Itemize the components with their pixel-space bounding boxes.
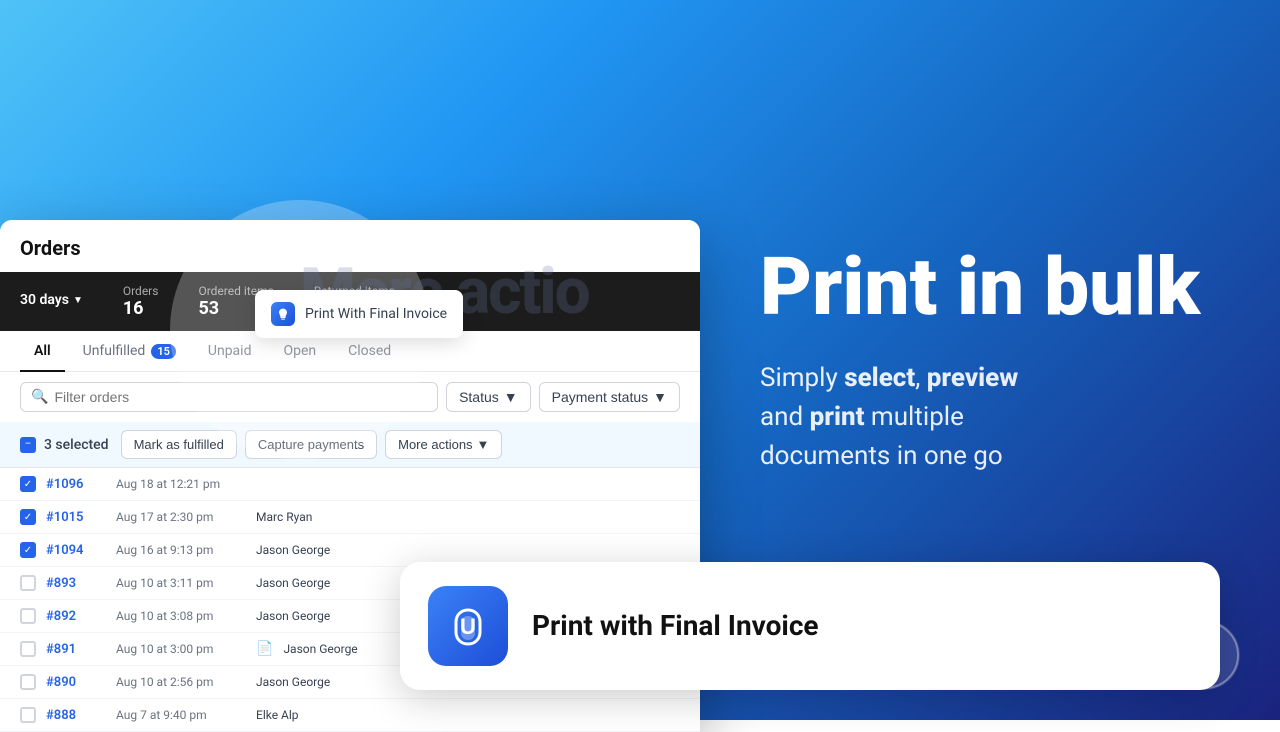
hero-subtitle: Simply select, preview and print multipl…	[760, 359, 1220, 476]
row-checkbox[interactable]	[20, 674, 36, 690]
order-date: Aug 10 at 2:56 pm	[116, 675, 246, 689]
more-actions-caret-icon: ▼	[477, 437, 490, 452]
mark-fulfilled-button[interactable]: Mark as fulfilled	[121, 430, 237, 459]
order-date: Aug 10 at 3:00 pm	[116, 642, 246, 656]
stat-orders-label: Orders	[123, 284, 159, 298]
row-checkbox[interactable]	[20, 641, 36, 657]
select-all-checkbox[interactable]: –	[20, 437, 36, 453]
payment-caret-icon: ▼	[653, 389, 667, 405]
order-id: #1015	[46, 510, 106, 525]
table-row[interactable]: #888 Aug 7 at 9:40 pm Elke Alp	[0, 699, 700, 732]
tab-all[interactable]: All	[20, 331, 65, 371]
row-checkbox[interactable]	[20, 608, 36, 624]
order-date: Aug 16 at 9:13 pm	[116, 543, 246, 557]
order-id: #888	[46, 708, 106, 723]
stat-period-label: 30 days	[20, 292, 69, 308]
order-date: Aug 10 at 3:08 pm	[116, 609, 246, 623]
row-checkbox[interactable]: ✓	[20, 509, 36, 525]
stat-period[interactable]: 30 days ▼	[20, 284, 83, 319]
order-id: #890	[46, 675, 106, 690]
print-invoice-label: Print With Final Invoice	[305, 306, 447, 322]
note-icon: 📄	[256, 641, 273, 657]
dropdown-menu: Print With Final Invoice	[255, 290, 463, 338]
row-checkbox[interactable]: ✓	[20, 476, 36, 492]
order-date: Aug 18 at 12:21 pm	[116, 477, 246, 491]
search-icon: 🔍	[31, 389, 48, 405]
row-checkbox[interactable]	[20, 575, 36, 591]
hero-title: Print in bulk	[760, 245, 1220, 329]
feature-card-icon: U	[428, 586, 508, 666]
order-customer: Jason George	[256, 543, 680, 557]
payment-status-filter-button[interactable]: Payment status ▼	[539, 382, 680, 412]
period-caret-icon: ▼	[73, 295, 83, 306]
more-actions-button[interactable]: More actions ▼	[385, 430, 502, 459]
row-checkbox[interactable]	[20, 707, 36, 723]
table-row[interactable]: ✓ #1096 Aug 18 at 12:21 pm	[0, 468, 700, 501]
order-date: Aug 10 at 3:11 pm	[116, 576, 246, 590]
status-caret-icon: ▼	[504, 389, 518, 405]
order-date: Aug 17 at 2:30 pm	[116, 510, 246, 524]
order-id: #1096	[46, 477, 106, 492]
print-with-final-invoice-menu-item[interactable]: Print With Final Invoice	[255, 290, 463, 338]
stat-orders-value: 16	[123, 298, 159, 319]
order-id: #1094	[46, 543, 106, 558]
order-id: #892	[46, 609, 106, 624]
print-invoice-icon	[271, 302, 295, 326]
status-filter-button[interactable]: Status ▼	[446, 382, 531, 412]
stat-orders: Orders 16	[123, 284, 159, 319]
order-id: #893	[46, 576, 106, 591]
order-customer: Marc Ryan	[256, 510, 680, 524]
svg-text:U: U	[460, 614, 476, 639]
feature-card: U Print with Final Invoice	[400, 562, 1220, 690]
selected-count: 3 selected	[44, 437, 109, 453]
table-row[interactable]: ✓ #1015 Aug 17 at 2:30 pm Marc Ryan	[0, 501, 700, 534]
order-id: #891	[46, 642, 106, 657]
feature-card-text: Print with Final Invoice	[532, 609, 819, 643]
row-checkbox[interactable]: ✓	[20, 542, 36, 558]
